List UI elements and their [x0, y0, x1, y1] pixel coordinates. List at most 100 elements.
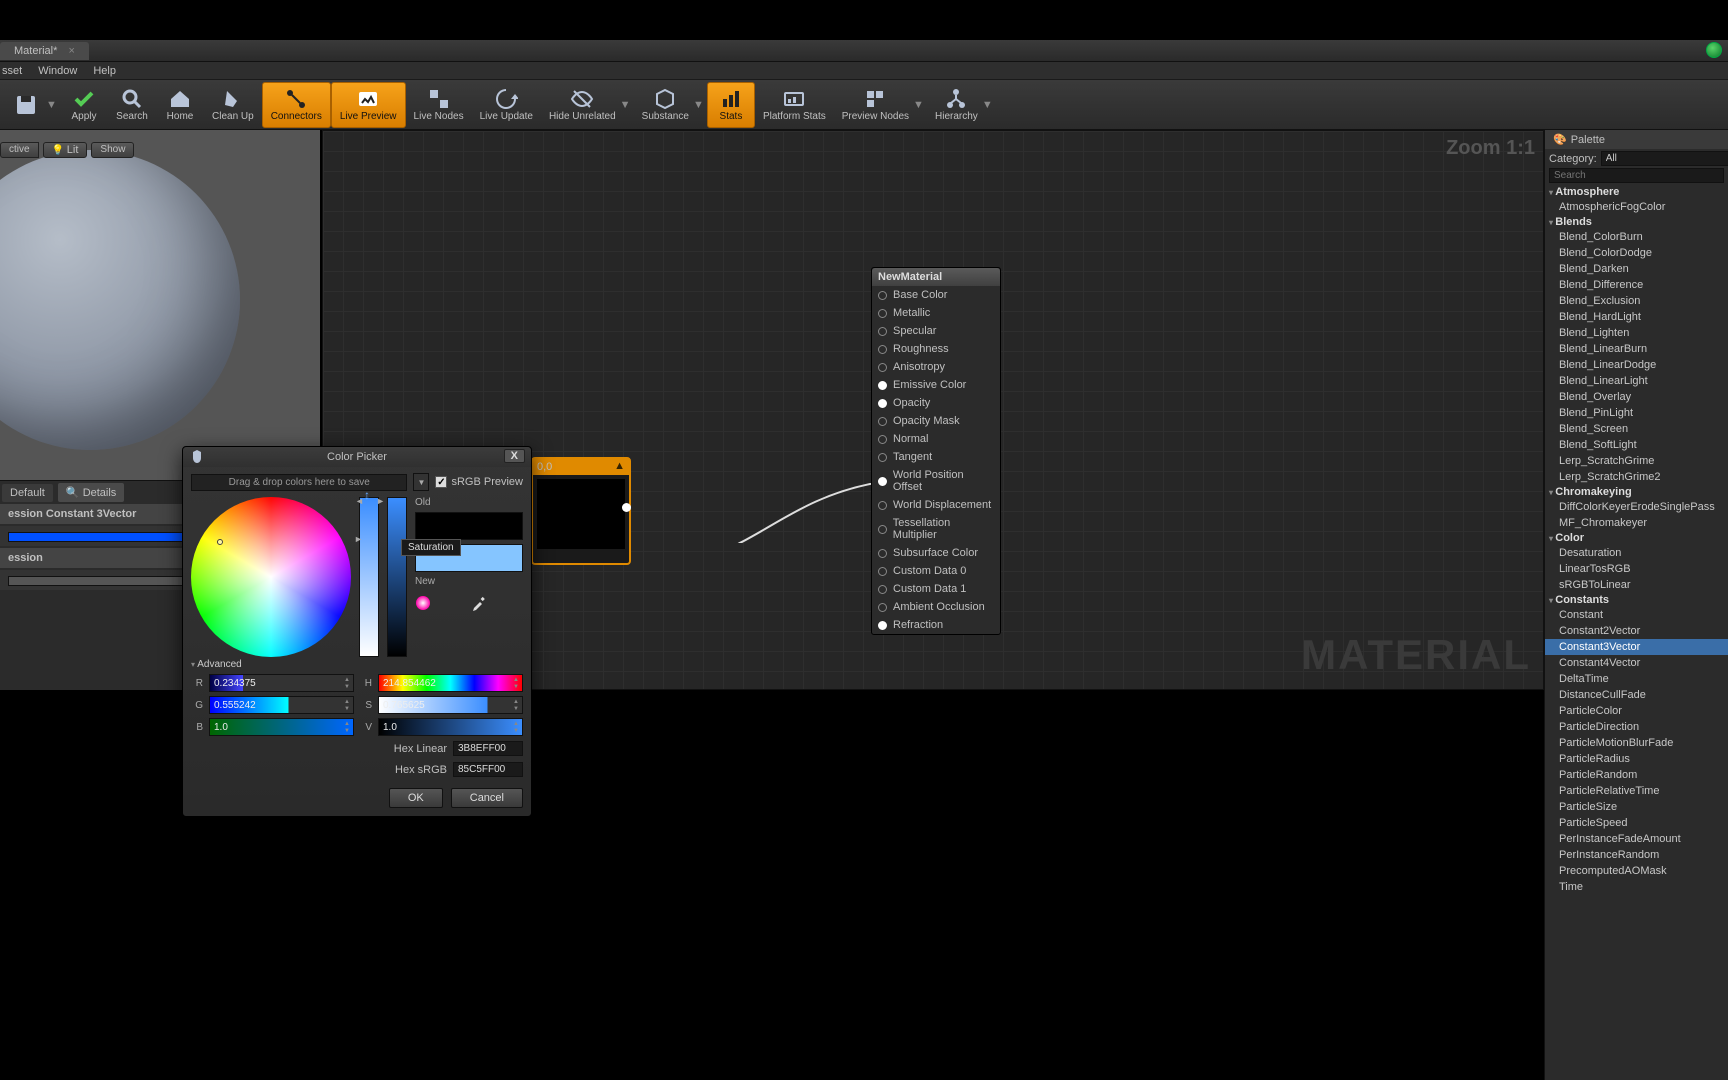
material-output-node[interactable]: NewMaterial Base ColorMetallicSpecularRo… — [871, 267, 1001, 635]
menu-asset[interactable]: sset — [2, 65, 22, 77]
pin-socket-icon[interactable] — [878, 417, 887, 426]
dropdown-arrow-icon[interactable]: ▼ — [982, 99, 992, 111]
close-button[interactable]: X — [504, 449, 525, 463]
pin-normal[interactable]: Normal — [872, 430, 1000, 448]
palette-list[interactable]: AtmosphereAtmosphericFogColorBlendsBlend… — [1545, 185, 1728, 895]
palette-item[interactable]: DeltaTime — [1545, 671, 1728, 687]
palette-item[interactable]: Blend_LinearBurn — [1545, 341, 1728, 357]
palette-item[interactable]: Blend_Darken — [1545, 261, 1728, 277]
pin-socket-icon[interactable] — [878, 477, 887, 486]
pin-socket-icon[interactable] — [878, 501, 887, 510]
palette-item[interactable]: Constant2Vector — [1545, 623, 1728, 639]
palette-item[interactable]: Blend_PinLight — [1545, 405, 1728, 421]
tab-details[interactable]: 🔍 Details — [58, 483, 124, 502]
pin-emissive-color[interactable]: Emissive Color — [872, 376, 1000, 394]
pin-metallic[interactable]: Metallic — [872, 304, 1000, 322]
constant3vector-node[interactable]: 0,0▲ — [531, 457, 631, 565]
pin-socket-icon[interactable] — [878, 327, 887, 336]
palette-item[interactable]: Constant4Vector — [1545, 655, 1728, 671]
pin-socket-icon[interactable] — [878, 309, 887, 318]
perspective-button[interactable]: ctive — [0, 142, 39, 158]
pin-socket-icon[interactable] — [878, 603, 887, 612]
document-tab[interactable]: Material* × — [0, 42, 89, 60]
expand-icon[interactable]: ▲ — [614, 460, 625, 472]
palette-item[interactable]: ParticleColor — [1545, 703, 1728, 719]
palette-item[interactable]: Blend_LinearLight — [1545, 373, 1728, 389]
pin-socket-icon[interactable] — [878, 453, 887, 462]
pin-socket-icon[interactable] — [878, 621, 887, 630]
s-input[interactable]: ▲▼ — [378, 696, 523, 714]
search-button[interactable]: Search — [108, 82, 156, 128]
pin-socket-icon[interactable] — [878, 381, 887, 390]
dropdown-arrow-icon[interactable]: ▼ — [46, 99, 56, 111]
lit-button[interactable]: 💡 Lit — [43, 142, 88, 158]
palette-item[interactable]: Blend_Exclusion — [1545, 293, 1728, 309]
dropdown-arrow-icon[interactable]: ▼ — [913, 99, 923, 111]
g-input[interactable]: ▲▼ — [209, 696, 354, 714]
close-icon[interactable]: × — [68, 45, 74, 57]
stats-button[interactable]: Stats — [707, 82, 755, 128]
palette-search-input[interactable] — [1549, 168, 1724, 183]
palette-item[interactable]: Blend_HardLight — [1545, 309, 1728, 325]
v-input[interactable]: ▲▼ — [378, 718, 523, 736]
pin-opacity-mask[interactable]: Opacity Mask — [872, 412, 1000, 430]
b-input[interactable]: ▲▼ — [209, 718, 354, 736]
hierarchy-button[interactable]: Hierarchy — [927, 82, 986, 128]
cancel-button[interactable]: Cancel — [451, 788, 523, 808]
color-wheel[interactable] — [191, 497, 351, 657]
palette-item[interactable]: ParticleRandom — [1545, 767, 1728, 783]
palette-item[interactable]: LinearTosRGB — [1545, 561, 1728, 577]
preview-nodes-button[interactable]: Preview Nodes — [834, 82, 917, 128]
pin-base-color[interactable]: Base Color — [872, 286, 1000, 304]
color-swatch-shelf[interactable]: Drag & drop colors here to save — [191, 474, 407, 491]
palette-item[interactable]: Blend_Difference — [1545, 277, 1728, 293]
palette-item[interactable]: PerInstanceRandom — [1545, 847, 1728, 863]
srgb-preview-checkbox[interactable]: ✓sRGB Preview — [435, 476, 523, 488]
palette-item[interactable]: Lerp_ScratchGrime — [1545, 453, 1728, 469]
pin-socket-icon[interactable] — [878, 345, 887, 354]
pin-world-displacement[interactable]: World Displacement — [872, 496, 1000, 514]
palette-item[interactable]: ParticleDirection — [1545, 719, 1728, 735]
platform-stats-button[interactable]: Platform Stats — [755, 82, 834, 128]
hide-unrelated-button[interactable]: Hide Unrelated — [541, 82, 624, 128]
live-update-button[interactable]: Live Update — [472, 82, 541, 128]
palette-item[interactable]: Blend_LinearDodge — [1545, 357, 1728, 373]
ok-button[interactable]: OK — [389, 788, 443, 808]
save-button[interactable] — [2, 82, 50, 128]
pin-world-position-offset[interactable]: World Position Offset — [872, 466, 1000, 496]
palette-item[interactable]: MF_Chromakeyer — [1545, 515, 1728, 531]
connectors-button[interactable]: Connectors — [262, 82, 331, 128]
pin-anisotropy[interactable]: Anisotropy — [872, 358, 1000, 376]
palette-item[interactable]: Blend_SoftLight — [1545, 437, 1728, 453]
pin-socket-icon[interactable] — [878, 363, 887, 372]
pin-socket-icon[interactable] — [878, 291, 887, 300]
palette-item[interactable]: ParticleSize — [1545, 799, 1728, 815]
palette-group-blends[interactable]: Blends — [1545, 215, 1728, 229]
palette-item[interactable]: Desaturation — [1545, 545, 1728, 561]
pin-socket-icon[interactable] — [878, 399, 887, 408]
home-button[interactable]: Home — [156, 82, 204, 128]
pin-socket-icon[interactable] — [878, 549, 887, 558]
menu-help[interactable]: Help — [93, 65, 116, 77]
hex-linear-input[interactable] — [453, 741, 523, 756]
palette-item[interactable]: Constant — [1545, 607, 1728, 623]
pin-tessellation-multiplier[interactable]: Tessellation Multiplier — [872, 514, 1000, 544]
pin-ambient-occlusion[interactable]: Ambient Occlusion — [872, 598, 1000, 616]
category-dropdown[interactable] — [1601, 151, 1728, 166]
palette-group-color[interactable]: Color — [1545, 531, 1728, 545]
dropdown-arrow-icon[interactable]: ▼ — [693, 99, 703, 111]
output-pin[interactable] — [622, 503, 631, 512]
palette-item[interactable]: ParticleRadius — [1545, 751, 1728, 767]
palette-item[interactable]: Blend_ColorBurn — [1545, 229, 1728, 245]
saturation-slider[interactable]: ◄► ► ↕ — [359, 497, 379, 657]
r-input[interactable]: ▲▼ — [209, 674, 354, 692]
palette-item[interactable]: ParticleMotionBlurFade — [1545, 735, 1728, 751]
pin-subsurface-color[interactable]: Subsurface Color — [872, 544, 1000, 562]
wheel-cursor[interactable] — [217, 539, 223, 545]
pin-tangent[interactable]: Tangent — [872, 448, 1000, 466]
hex-srgb-input[interactable] — [453, 762, 523, 777]
swatch-menu-button[interactable]: ▼ — [413, 473, 429, 491]
palette-group-constants[interactable]: Constants — [1545, 593, 1728, 607]
menu-window[interactable]: Window — [38, 65, 77, 77]
pin-specular[interactable]: Specular — [872, 322, 1000, 340]
